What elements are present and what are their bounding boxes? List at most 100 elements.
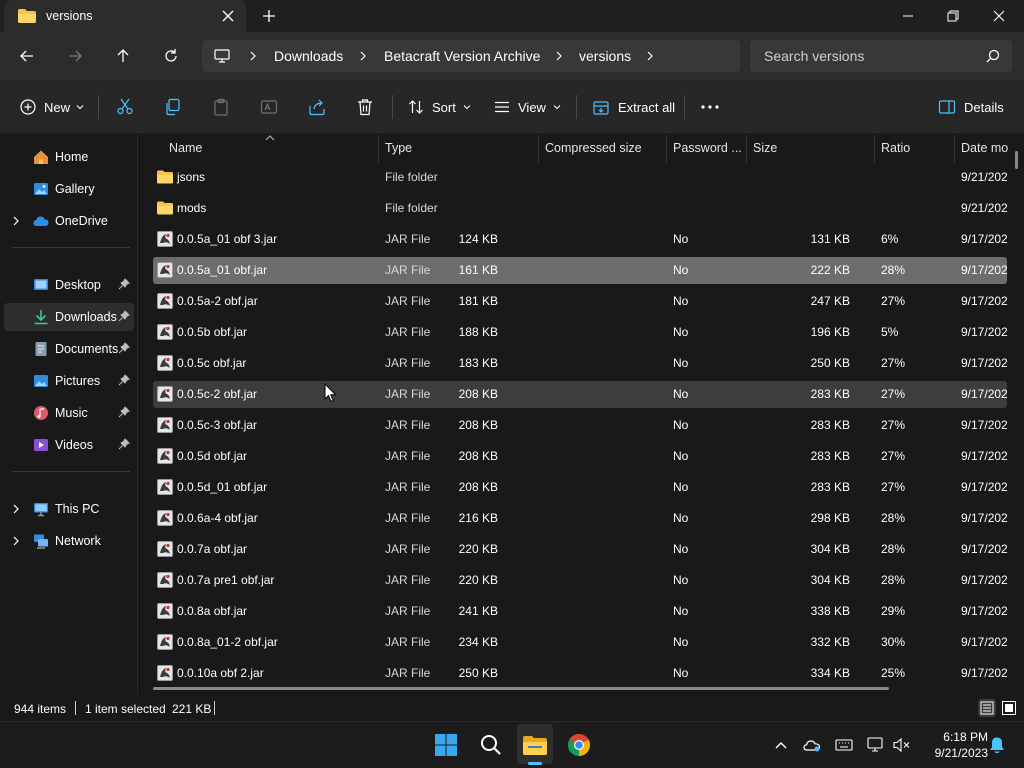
sidebar-item-documents[interactable]: Documents <box>4 335 134 363</box>
vertical-scrollbar[interactable] <box>1015 151 1018 169</box>
table-row[interactable]: 0.0.5a-2 obf.jar JAR File 181 KB No 247 KB 27… <box>153 288 1008 315</box>
window-tab[interactable]: versions <box>4 0 246 32</box>
sidebar-item-gallery[interactable]: Gallery <box>4 175 134 203</box>
column-separator[interactable] <box>538 135 539 163</box>
breadcrumb[interactable]: Downloads Betacraft Version Archive vers… <box>202 40 740 72</box>
table-row[interactable]: 0.0.8a obf.jar JAR File 241 KB No 338 KB 29% 9… <box>153 598 1008 625</box>
taskbar-clock[interactable]: 6:18 PM 9/21/2023 <box>918 729 988 761</box>
sidebar-item-videos[interactable]: Videos <box>4 431 134 459</box>
horizontal-scrollbar[interactable] <box>153 687 889 690</box>
pin-icon[interactable] <box>118 374 130 386</box>
pin-icon[interactable] <box>118 342 130 354</box>
view-button[interactable]: View <box>494 95 562 119</box>
delete-button[interactable] <box>356 95 374 119</box>
breadcrumb-betacraft[interactable]: Betacraft Version Archive <box>384 48 540 64</box>
new-button[interactable]: New <box>20 95 85 119</box>
table-row[interactable]: 0.0.5c-2 obf.jar JAR File 208 KB No 283 KB 27… <box>153 381 1008 408</box>
more-options-button[interactable] <box>700 95 720 119</box>
file-explorer-icon <box>523 736 547 755</box>
network-tray-button[interactable] <box>867 736 885 754</box>
taskbar-search-button[interactable] <box>477 731 505 759</box>
pin-icon[interactable] <box>118 406 130 418</box>
column-separator[interactable] <box>746 135 747 163</box>
paste-button[interactable] <box>212 95 230 119</box>
clock-time: 6:18 PM <box>943 730 988 744</box>
cut-button[interactable] <box>116 95 134 119</box>
table-row[interactable]: mods File folder 9/21/202 <box>153 195 1008 222</box>
forward-button[interactable] <box>63 44 87 68</box>
taskbar-file-explorer[interactable] <box>521 731 549 759</box>
column-header-password[interactable]: Password ... <box>673 141 742 155</box>
table-row[interactable]: 0.0.5a_01 obf.jar JAR File 161 KB No 222 KB 2… <box>153 257 1008 284</box>
sidebar-item-network[interactable]: Network <box>4 527 134 555</box>
chevron-right-icon[interactable] <box>645 50 655 62</box>
volume-tray-button[interactable] <box>893 736 911 754</box>
notifications-button[interactable] <box>988 736 1006 754</box>
show-hidden-icons-button[interactable] <box>772 736 790 754</box>
table-row[interactable]: 0.0.5b obf.jar JAR File 188 KB No 196 KB 5% 9/… <box>153 319 1008 346</box>
column-separator[interactable] <box>666 135 667 163</box>
column-separator[interactable] <box>378 135 379 163</box>
breadcrumb-versions[interactable]: versions <box>579 48 631 64</box>
breadcrumb-downloads[interactable]: Downloads <box>274 48 343 64</box>
cell-type: JAR File <box>385 666 431 680</box>
chevron-right-icon[interactable] <box>11 535 21 547</box>
pin-icon[interactable] <box>118 310 130 322</box>
pin-icon[interactable] <box>118 278 130 290</box>
table-row[interactable]: 0.0.5a_01 obf 3.jar JAR File 124 KB No 131 K… <box>153 226 1008 253</box>
rename-button[interactable] <box>260 95 278 119</box>
search-input[interactable]: Search versions <box>764 48 864 64</box>
large-icons-view-icon[interactable] <box>1000 699 1018 717</box>
share-button[interactable] <box>308 95 326 119</box>
table-row[interactable]: 0.0.8a_01-2 obf.jar JAR File 234 KB No 332 K… <box>153 629 1008 656</box>
new-tab-icon[interactable] <box>261 8 277 24</box>
start-button[interactable] <box>432 731 460 759</box>
onedrive-tray-button[interactable] <box>803 736 821 754</box>
column-header-type[interactable]: Type <box>385 141 412 155</box>
sidebar-item-home[interactable]: Home <box>4 143 134 171</box>
column-header-compressed-size[interactable]: Compressed size <box>545 141 642 155</box>
extract-all-button[interactable]: Extract all <box>592 95 675 119</box>
table-row[interactable]: 0.0.5d_01 obf.jar JAR File 208 KB No 283 KB 2… <box>153 474 1008 501</box>
column-separator[interactable] <box>954 135 955 163</box>
table-row[interactable]: 0.0.6a-4 obf.jar JAR File 216 KB No 298 KB 28… <box>153 505 1008 532</box>
table-row[interactable]: 0.0.7a obf.jar JAR File 220 KB No 304 KB 28% 9… <box>153 536 1008 563</box>
back-button[interactable] <box>15 44 39 68</box>
sidebar-item-this-pc[interactable]: This PC <box>4 495 134 523</box>
close-tab-icon[interactable] <box>220 8 236 24</box>
copy-button[interactable] <box>164 95 182 119</box>
search-box[interactable]: Search versions <box>750 40 1012 72</box>
table-row[interactable]: 0.0.7a pre1 obf.jar JAR File 220 KB No 304 K… <box>153 567 1008 594</box>
chevron-right-icon[interactable] <box>11 215 21 227</box>
sidebar-item-desktop[interactable]: Desktop <box>4 271 134 299</box>
refresh-button[interactable] <box>159 44 183 68</box>
sidebar-item-pictures[interactable]: Pictures <box>4 367 134 395</box>
close-window-button[interactable] <box>976 0 1022 32</box>
column-header-date-modified[interactable]: Date mo <box>961 141 1008 155</box>
column-separator[interactable] <box>874 135 875 163</box>
minimize-button[interactable] <box>885 0 931 32</box>
table-row[interactable]: 0.0.5d obf.jar JAR File 208 KB No 283 KB 27% 9… <box>153 443 1008 470</box>
sidebar-item-music[interactable]: Music <box>4 399 134 427</box>
table-row[interactable]: 0.0.5c-3 obf.jar JAR File 208 KB No 283 KB 27… <box>153 412 1008 439</box>
table-row[interactable]: 0.0.5c obf.jar JAR File 183 KB No 250 KB 27% 9… <box>153 350 1008 377</box>
sidebar-item-onedrive[interactable]: OneDrive <box>4 207 134 235</box>
details-pane-button[interactable]: Details <box>938 95 1004 119</box>
cell-compressed-size: 181 KB <box>458 294 498 308</box>
details-view-icon[interactable] <box>978 699 996 717</box>
keyboard-tray-button[interactable] <box>835 736 853 754</box>
up-button[interactable] <box>111 44 135 68</box>
sidebar-item-label: Videos <box>55 438 93 452</box>
taskbar-chrome[interactable] <box>565 731 593 759</box>
pin-icon[interactable] <box>118 438 130 450</box>
column-header-size[interactable]: Size <box>753 141 777 155</box>
sort-button[interactable]: Sort <box>408 95 472 119</box>
column-header-ratio[interactable]: Ratio <box>881 141 910 155</box>
cell-size: 196 KB <box>810 325 850 339</box>
column-header-name[interactable]: Name <box>169 141 202 155</box>
chevron-right-icon[interactable] <box>11 503 21 515</box>
table-row[interactable]: jsons File folder 9/21/202 <box>153 164 1008 191</box>
table-row[interactable]: 0.0.10a obf 2.jar JAR File 250 KB No 334 KB 2… <box>153 660 1008 687</box>
sidebar-item-downloads[interactable]: Downloads <box>4 303 134 331</box>
restore-button[interactable] <box>930 0 976 32</box>
